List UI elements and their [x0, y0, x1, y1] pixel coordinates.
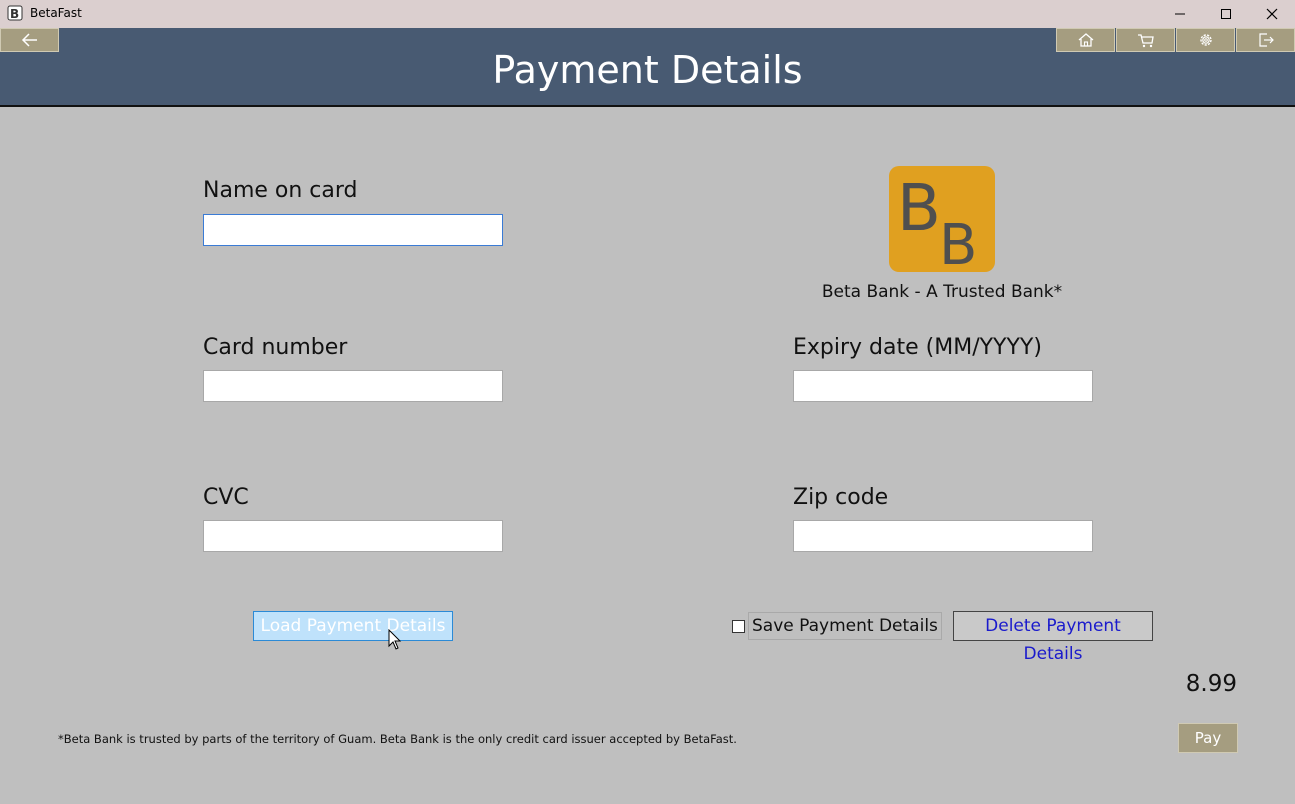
window-title: BetaFast: [30, 6, 82, 20]
home-icon: [1078, 33, 1093, 47]
footnote: *Beta Bank is trusted by parts of the te…: [58, 732, 737, 746]
svg-text:B: B: [897, 172, 941, 246]
sign-out-icon: [1258, 33, 1274, 47]
app-logo-icon: B: [7, 5, 23, 21]
svg-text:B: B: [10, 7, 19, 21]
pay-button[interactable]: Pay: [1178, 723, 1238, 753]
total-price: 8.99: [1185, 671, 1237, 697]
maximize-button[interactable]: [1203, 0, 1249, 28]
zip-code-label: Zip code: [793, 485, 889, 510]
delete-payment-details-button[interactable]: Delete Payment Details: [953, 611, 1153, 664]
window-titlebar: B BetaFast: [0, 0, 1295, 28]
maximize-icon: [1221, 9, 1231, 19]
svg-text:B: B: [939, 213, 977, 272]
page-header: Payment Details: [0, 28, 1295, 107]
name-on-card-input[interactable]: [203, 214, 503, 246]
minimize-icon: [1175, 13, 1185, 15]
mouse-pointer-icon: [388, 629, 402, 650]
name-on-card-label: Name on card: [203, 178, 358, 203]
close-icon: [1266, 8, 1278, 20]
minimize-button[interactable]: [1157, 0, 1203, 28]
checkbox-box[interactable]: [732, 619, 745, 633]
card-number-label: Card number: [203, 335, 348, 360]
beta-bank-logo: B B: [889, 166, 995, 272]
cvc-label: CVC: [203, 485, 249, 510]
cvc-input[interactable]: [203, 520, 503, 552]
save-payment-details-label[interactable]: Save Payment Details: [748, 612, 942, 640]
expiry-date-label: Expiry date (MM/YYYY): [793, 335, 1042, 360]
arrow-left-icon: [21, 33, 37, 47]
card-number-input[interactable]: [203, 370, 503, 402]
zip-code-input[interactable]: [793, 520, 1093, 552]
save-payment-details-checkbox[interactable]: Save Payment Details: [732, 611, 942, 641]
bank-caption: Beta Bank - A Trusted Bank*: [821, 282, 1063, 302]
close-button[interactable]: [1249, 0, 1295, 28]
load-payment-details-button[interactable]: Load Payment Details: [253, 611, 453, 641]
page-title: Payment Details: [492, 48, 803, 92]
expiry-date-input[interactable]: [793, 370, 1093, 402]
